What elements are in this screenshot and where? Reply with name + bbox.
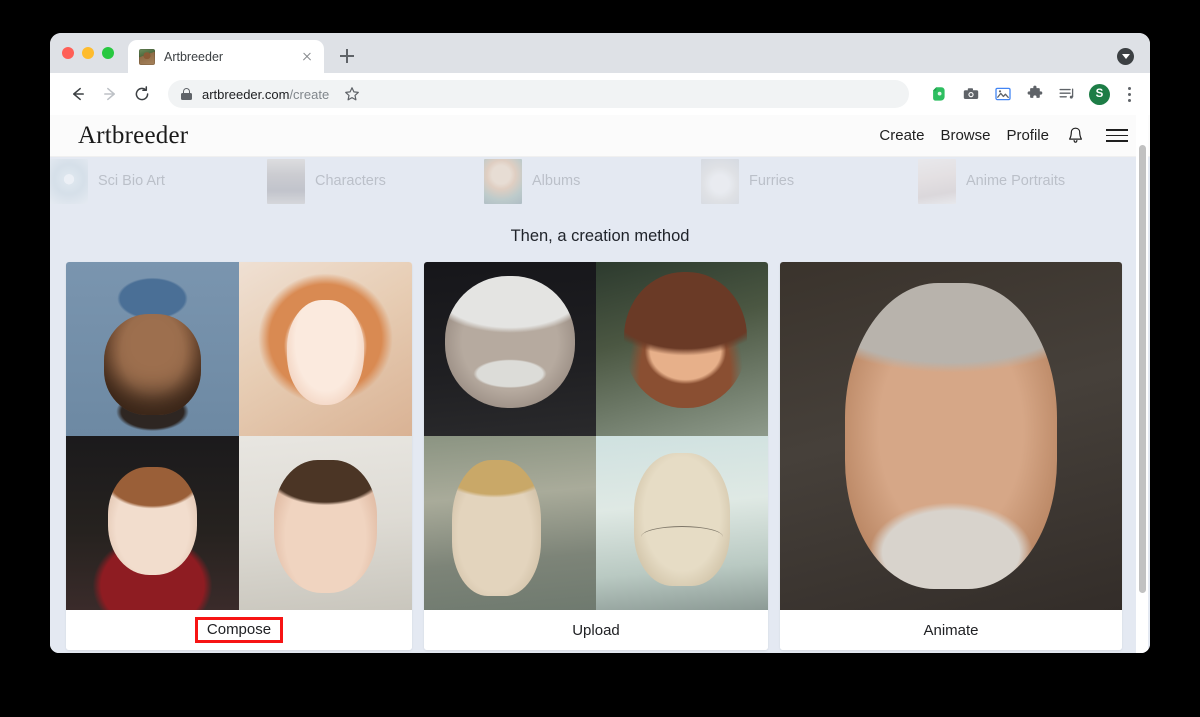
browser-toolbar: artbreeder.com/create S bbox=[50, 73, 1150, 115]
portrait-elderly-man-gray-beard bbox=[780, 262, 1122, 610]
window-traffic-lights bbox=[62, 33, 128, 73]
url-path: /create bbox=[289, 86, 330, 102]
back-button[interactable] bbox=[64, 80, 92, 108]
portrait-man-with-bandana bbox=[66, 262, 239, 436]
url-domain: artbreeder.com bbox=[202, 86, 290, 102]
category-strip: Sci Bio Art Characters Albums Furries An… bbox=[50, 157, 1150, 205]
kebab-menu-icon[interactable] bbox=[1120, 84, 1138, 104]
portrait-albert-einstein bbox=[424, 262, 596, 436]
site-header: Artbreeder Create Browse Profile bbox=[50, 115, 1150, 157]
close-icon[interactable] bbox=[299, 49, 315, 65]
section-heading: Then, a creation method bbox=[510, 227, 690, 245]
animate-label[interactable]: Animate bbox=[780, 610, 1122, 650]
notification-bell-icon[interactable] bbox=[1067, 126, 1084, 145]
category-item-anime-portraits[interactable]: Anime Portraits bbox=[918, 158, 1135, 204]
upload-thumbnail-grid bbox=[424, 262, 768, 610]
site-nav: Create Browse Profile bbox=[879, 126, 1128, 145]
extension-icons: S bbox=[919, 83, 1110, 105]
page-scrollbar-thumb[interactable] bbox=[1138, 145, 1146, 593]
tab-title: Artbreeder bbox=[164, 49, 224, 64]
lock-icon bbox=[181, 87, 192, 101]
portrait-short-hair-woman-red-shirt bbox=[66, 436, 239, 610]
portrait-bob-ross bbox=[596, 262, 768, 436]
category-item-sci-bio-art[interactable]: Sci Bio Art bbox=[50, 158, 267, 204]
window-close-button[interactable] bbox=[62, 47, 74, 59]
category-label: Albums bbox=[532, 173, 581, 189]
new-tab-button[interactable] bbox=[333, 42, 361, 70]
method-card-compose[interactable]: Compose bbox=[66, 262, 412, 650]
category-label: Characters bbox=[315, 173, 386, 189]
browser-tab-strip: Artbreeder bbox=[50, 33, 1150, 73]
category-thumbnail bbox=[267, 158, 305, 204]
browser-window: Artbreeder artbreeder.com/create S Artbr… bbox=[50, 33, 1150, 653]
reload-button[interactable] bbox=[128, 80, 156, 108]
browser-tab-artbreeder[interactable]: Artbreeder bbox=[128, 40, 324, 73]
method-card-label-wrapper: Compose bbox=[66, 610, 412, 650]
category-item-albums[interactable]: Albums bbox=[484, 158, 701, 204]
portrait-redhead-young-woman bbox=[239, 262, 412, 436]
animate-thumbnail bbox=[780, 262, 1122, 610]
evernote-icon[interactable] bbox=[929, 85, 948, 104]
compose-label[interactable]: Compose bbox=[194, 617, 284, 643]
portrait-american-gothic-man bbox=[596, 436, 768, 610]
image-capture-icon[interactable] bbox=[993, 85, 1012, 104]
forward-button[interactable] bbox=[96, 80, 124, 108]
address-bar[interactable]: artbreeder.com/create bbox=[168, 80, 909, 108]
bookmark-star-icon[interactable] bbox=[339, 81, 365, 107]
nav-link-profile[interactable]: Profile bbox=[1006, 127, 1049, 144]
window-maximize-button[interactable] bbox=[102, 47, 114, 59]
category-thumbnail bbox=[701, 158, 739, 204]
method-card-animate[interactable]: Animate bbox=[780, 262, 1122, 650]
category-thumbnail bbox=[918, 158, 956, 204]
category-item-characters[interactable]: Characters bbox=[267, 158, 484, 204]
artbreeder-logo[interactable]: Artbreeder bbox=[78, 122, 188, 150]
category-label: Anime Portraits bbox=[966, 173, 1066, 189]
profile-avatar[interactable]: S bbox=[1089, 83, 1110, 105]
method-card-upload[interactable]: Upload bbox=[424, 262, 768, 650]
puzzle-extensions-icon[interactable] bbox=[1025, 85, 1044, 104]
tab-download-chevron-icon[interactable] bbox=[1117, 48, 1134, 65]
creation-method-cards: Compose Upload Animate bbox=[50, 262, 1150, 650]
category-label: Sci Bio Art bbox=[98, 173, 165, 189]
url-text: artbreeder.com/create bbox=[202, 87, 329, 102]
category-thumbnail bbox=[484, 158, 522, 204]
category-thumbnail bbox=[50, 158, 88, 204]
portrait-young-boy bbox=[239, 436, 412, 610]
portrait-american-gothic-woman bbox=[424, 436, 596, 610]
compose-thumbnail-grid bbox=[66, 262, 412, 610]
tab-strip-right-controls bbox=[1117, 48, 1134, 65]
playlist-music-icon[interactable] bbox=[1057, 85, 1076, 104]
category-label: Furries bbox=[749, 173, 795, 189]
artbreeder-favicon bbox=[139, 48, 155, 65]
upload-label[interactable]: Upload bbox=[424, 610, 768, 650]
category-item-furries[interactable]: Furries bbox=[701, 158, 918, 204]
camera-icon[interactable] bbox=[961, 85, 980, 104]
nav-link-create[interactable]: Create bbox=[879, 127, 924, 144]
hamburger-menu-icon[interactable] bbox=[1106, 128, 1128, 143]
window-minimize-button[interactable] bbox=[82, 47, 94, 59]
page-scrollbar[interactable] bbox=[1136, 115, 1148, 653]
page-viewport: Artbreeder Create Browse Profile Sci Bio… bbox=[50, 115, 1150, 653]
nav-link-browse[interactable]: Browse bbox=[940, 127, 990, 144]
